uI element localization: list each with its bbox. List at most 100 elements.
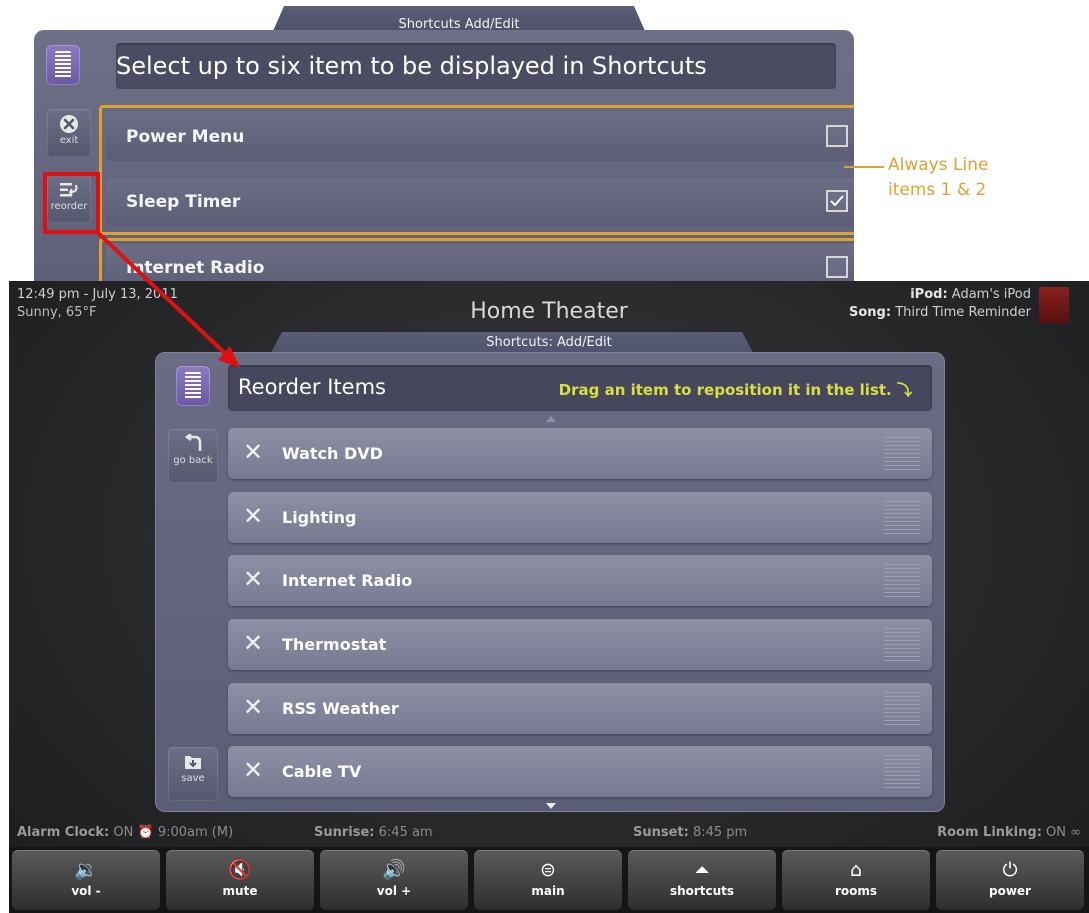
row-label: Internet Radio	[126, 258, 265, 278]
save-label: save	[181, 773, 205, 784]
row-label: Sleep Timer	[126, 192, 241, 212]
power-icon: ⏻	[1002, 859, 1018, 881]
home-theater-screen: 12:49 pm - July 13, 2011 Sunny, 65°F Hom…	[9, 281, 1089, 913]
exit-button[interactable]: exit	[47, 109, 91, 157]
reorder-hint-text: Drag an item to reposition it in the lis…	[558, 381, 892, 399]
ipod-label: iPod:	[910, 287, 948, 302]
linking-value: ON	[1046, 825, 1067, 840]
save-button[interactable]: save	[168, 747, 218, 801]
room-linking-status: Room Linking: ON ∞	[937, 825, 1081, 840]
vol-up-button[interactable]: 🔊 vol +	[320, 850, 468, 910]
close-icon	[60, 115, 78, 133]
sunrise-label: Sunrise:	[314, 825, 375, 840]
nav-label: mute	[222, 884, 258, 898]
checkbox-checked[interactable]	[826, 190, 848, 212]
sunset-status: Sunset: 8:45 pm	[633, 825, 747, 840]
bottom-status-bar: Alarm Clock: ON ⏰ 9:00am (M) Sunrise: 6:…	[9, 821, 1089, 843]
remove-icon[interactable]: ✕	[243, 629, 263, 657]
shortcut-row-sleep-timer[interactable]: Sleep Timer	[106, 178, 854, 226]
reorder-item-rss-weather[interactable]: ✕ RSS Weather	[228, 683, 932, 734]
remove-icon[interactable]: ✕	[243, 756, 263, 784]
top-status-bar: 12:49 pm - July 13, 2011 Sunny, 65°F Hom…	[9, 281, 1089, 324]
drag-handle-icon[interactable]	[884, 437, 920, 470]
volume-down-icon: 🔉	[74, 859, 98, 881]
item-label: RSS Weather	[282, 699, 399, 718]
now-playing-song: Song: Third Time Reminder	[849, 305, 1031, 320]
sunset-label: Sunset:	[633, 825, 689, 840]
main-panel-tab-title: Shortcuts: Add/Edit	[486, 335, 612, 350]
remove-icon[interactable]: ✕	[243, 502, 263, 530]
main-menu-icon: ⊜	[540, 859, 556, 881]
shortcuts-button[interactable]: ⏶ shortcuts	[628, 850, 776, 910]
drag-handle-icon[interactable]	[884, 564, 920, 597]
main-button[interactable]: ⊜ main	[474, 850, 622, 910]
reorder-item-internet-radio[interactable]: ✕ Internet Radio	[228, 555, 932, 606]
shortcuts-icon: ⏶	[694, 859, 710, 881]
reorder-panel: Reorder Items Drag an item to reposition…	[155, 352, 945, 812]
checkmark-icon	[830, 195, 844, 207]
reorder-title: Reorder Items	[238, 375, 386, 399]
item-label: Thermostat	[282, 635, 387, 654]
item-label: Cable TV	[282, 762, 362, 781]
shortcuts-header: Select up to six item to be displayed in…	[116, 43, 836, 89]
reorder-item-lighting[interactable]: ✕ Lighting	[228, 492, 932, 543]
annotation-line-1: Always Line	[888, 155, 989, 175]
curved-arrow-icon: ⤵	[896, 381, 912, 399]
reorder-header: Reorder Items Drag an item to reposition…	[228, 365, 932, 411]
shortcut-row-power-menu[interactable]: Power Menu	[106, 113, 854, 161]
list-icon	[176, 366, 210, 406]
drag-handle-icon[interactable]	[884, 755, 920, 788]
scroll-down-icon[interactable]	[546, 803, 556, 809]
reorder-highlight-box	[43, 172, 100, 234]
scroll-up-icon[interactable]	[546, 416, 556, 422]
go-back-label: go back	[173, 455, 213, 466]
shortcuts-header-text: Select up to six item to be displayed in…	[116, 52, 707, 80]
remove-icon[interactable]: ✕	[243, 438, 263, 466]
alarm-clock-status: Alarm Clock: ON ⏰ 9:00am (M)	[17, 825, 233, 840]
drag-handle-icon[interactable]	[884, 692, 920, 725]
album-art[interactable]	[1039, 287, 1069, 323]
drag-handle-icon[interactable]	[884, 628, 920, 661]
annotation-text: Always Line items 1 & 2	[888, 153, 988, 203]
alarm-label: Alarm Clock:	[17, 825, 110, 840]
sunset-value: 8:45 pm	[692, 825, 748, 840]
ipod-source: iPod: Adam's iPod	[910, 287, 1031, 302]
nav-label: power	[989, 884, 1031, 898]
mute-icon: 🔇	[228, 859, 252, 881]
vol-down-button[interactable]: 🔉 vol -	[12, 850, 160, 910]
bottom-nav-bar: 🔉 vol - 🔇 mute 🔊 vol + ⊜ main ⏶ shortcut…	[9, 847, 1089, 913]
nav-label: rooms	[834, 884, 878, 898]
rooms-button[interactable]: ⌂ rooms	[782, 850, 930, 910]
linking-label: Room Linking:	[937, 825, 1042, 840]
link-icon: ∞	[1070, 825, 1081, 840]
shortcuts-add-edit-panel: Select up to six item to be displayed in…	[34, 30, 854, 300]
nav-label: main	[531, 884, 565, 898]
nav-label: vol +	[376, 884, 412, 898]
reorder-item-watch-dvd[interactable]: ✕ Watch DVD	[228, 428, 932, 479]
sunrise-value: 6:45 am	[378, 825, 433, 840]
remove-icon[interactable]: ✕	[243, 565, 263, 593]
alarm-clock-icon: ⏰	[137, 825, 154, 840]
reorder-hint: Drag an item to reposition it in the lis…	[559, 379, 912, 400]
alarm-time: 9:00am (M)	[157, 825, 234, 840]
back-arrow-icon	[184, 434, 202, 451]
checkbox-unchecked[interactable]	[826, 125, 848, 147]
save-icon	[185, 756, 201, 769]
checkbox-unchecked[interactable]	[826, 256, 848, 278]
remove-icon[interactable]: ✕	[243, 693, 263, 721]
sunrise-status: Sunrise: 6:45 am	[314, 825, 433, 840]
alarm-value: ON	[113, 825, 134, 840]
go-back-button[interactable]: go back	[168, 429, 218, 483]
ipod-value: Adam's iPod	[951, 287, 1031, 302]
nav-label: vol -	[71, 884, 101, 898]
mute-button[interactable]: 🔇 mute	[166, 850, 314, 910]
annotation-connector	[844, 166, 884, 168]
drag-handle-icon[interactable]	[884, 501, 920, 534]
item-label: Internet Radio	[282, 571, 413, 590]
power-button[interactable]: ⏻ power	[936, 850, 1084, 910]
exit-label: exit	[59, 135, 79, 146]
row-label: Power Menu	[126, 127, 245, 147]
volume-up-icon: 🔊	[382, 859, 406, 881]
reorder-item-cable-tv[interactable]: ✕ Cable TV	[228, 746, 932, 797]
reorder-item-thermostat[interactable]: ✕ Thermostat	[228, 619, 932, 670]
